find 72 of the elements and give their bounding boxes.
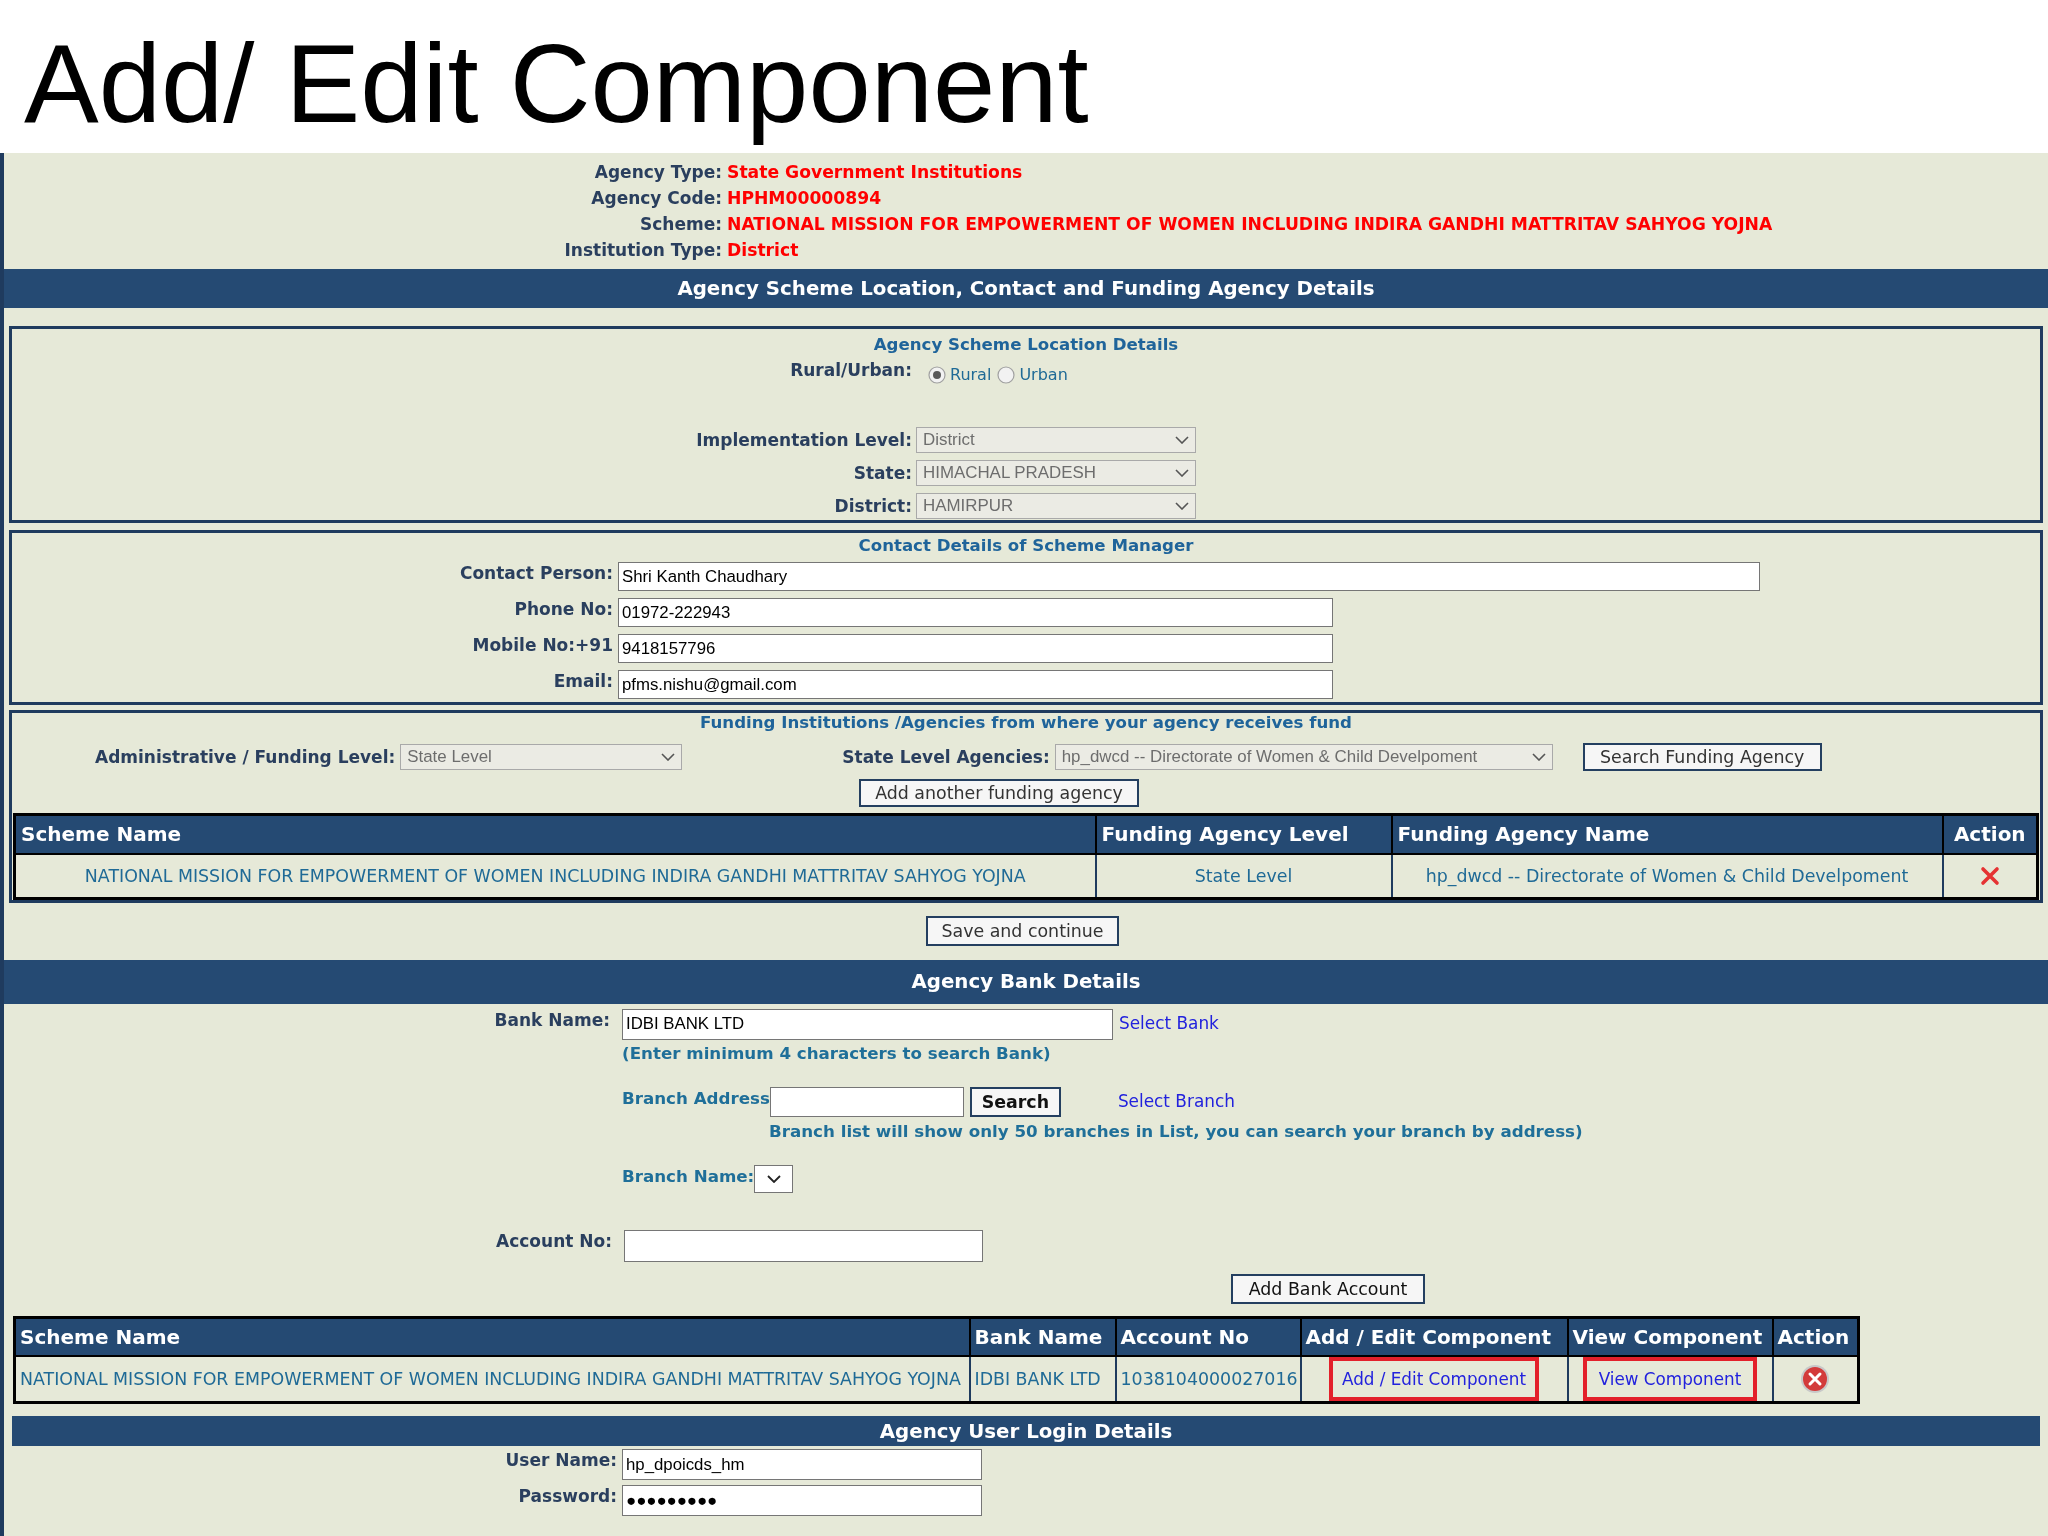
field-label: Scheme: — [639, 214, 722, 234]
chevron-down-icon — [766, 1174, 781, 1183]
field-label: Account No: — [495, 1229, 612, 1252]
field-value: State Government Institutions — [727, 162, 1023, 182]
text-field[interactable]: pfms.nishu@gmail.com — [618, 670, 1333, 699]
text-field[interactable]: Shri Kanth Chaudhary — [618, 562, 1760, 591]
column-header: Scheme Name — [14, 1317, 970, 1356]
text-field[interactable]: IDBI BANK LTD — [622, 1008, 1113, 1040]
text-field[interactable]: 01972-222943 — [618, 598, 1333, 627]
section-header: Agency User Login Details — [12, 1416, 2040, 1446]
chevron-down-icon — [1531, 753, 1546, 761]
field-label: Agency Type: — [593, 162, 722, 182]
select-branch-link[interactable]: Select Branch — [1117, 1090, 1235, 1111]
search-button[interactable]: Search Funding Agency — [1582, 743, 1822, 771]
panel-title: Agency Scheme Location Details — [872, 334, 1180, 356]
panel-title: Funding Institutions /Agencies from where your agency receives fund — [699, 713, 1353, 733]
chevron-down-icon — [1175, 436, 1189, 444]
column-header: Add / Edit Component — [1300, 1317, 1568, 1356]
field-label: Rural/Urban: — [789, 359, 912, 381]
chevron-down-icon — [1175, 502, 1189, 510]
radio-label[interactable]: Rural — [950, 365, 992, 384]
select-bank-link[interactable]: Select Bank — [1119, 1012, 1219, 1033]
column-header: View Component — [1567, 1317, 1773, 1356]
section-header: Agency Scheme Location, Contact and Funding Agency Details — [4, 269, 2048, 308]
field-label: Bank Name: — [493, 1008, 610, 1031]
add-agency-button[interactable]: Add another funding agency — [859, 779, 1139, 807]
panel-title: Contact Details of Scheme Manager — [857, 535, 1195, 557]
add-account-button[interactable]: Add Bank Account — [1231, 1273, 1425, 1304]
field-label: District: — [833, 495, 912, 517]
field-label: Phone No: — [513, 598, 613, 620]
field-value: HPHM00000894 — [727, 188, 882, 208]
field-label: Password: — [517, 1485, 617, 1507]
field-label: Mobile No:+91 — [471, 634, 613, 656]
radio-label[interactable]: Urban — [1019, 365, 1068, 384]
hint-text: (Enter minimum 4 characters to search Bank) — [621, 1041, 1052, 1064]
field-label: User Name: — [504, 1449, 617, 1471]
field-label: Contact Person: — [458, 562, 613, 584]
column-header: Bank Name — [969, 1317, 1116, 1356]
text-field[interactable] — [624, 1229, 983, 1262]
field-label: Agency Code: — [590, 188, 722, 208]
field-label: Branch Address — [622, 1086, 770, 1109]
text-field[interactable]: ●●●●●●●●● — [622, 1485, 982, 1516]
text-field[interactable]: hp_dpoicds_hm — [622, 1449, 982, 1480]
field-label: State Level Agencies: — [842, 747, 1050, 767]
column-header: Scheme Name — [14, 814, 1096, 854]
column-header: Action — [1772, 1317, 1859, 1356]
field-label: Administrative / Funding Level: — [95, 747, 396, 767]
column-header: Action — [1942, 814, 2038, 854]
section-header: Agency Bank Details — [4, 959, 2048, 1004]
column-header: Funding Agency Name — [1391, 814, 1943, 854]
radio-button[interactable] — [928, 365, 946, 384]
slide-title: Add/ Edit Component — [24, 20, 1089, 148]
save-button[interactable]: Save and continue — [926, 915, 1119, 946]
field-label: State: — [852, 462, 912, 484]
cross-circle-icon[interactable] — [1800, 1364, 1831, 1394]
hint-text: Branch list will show only 50 branches in List, you can search your branch by address) — [768, 1119, 1584, 1142]
field-label: Email: — [552, 670, 613, 692]
field-label: Institution Type: — [563, 240, 722, 260]
chevron-down-icon — [1175, 469, 1189, 477]
field-label: Branch Name: — [622, 1164, 755, 1187]
radio-button[interactable] — [997, 365, 1016, 384]
column-header: Funding Agency Level — [1095, 814, 1392, 854]
field-label: Implementation Level: — [695, 429, 912, 451]
text-field[interactable]: 9418157796 — [618, 634, 1333, 663]
field-value: District — [727, 240, 799, 260]
search-button[interactable]: Search — [969, 1086, 1061, 1117]
column-header: Account No — [1115, 1317, 1301, 1356]
text-field[interactable] — [769, 1086, 964, 1117]
chevron-down-icon — [661, 753, 676, 761]
field-value: NATIONAL MISSION FOR EMPOWERMENT OF WOMEN INCLUDING INDIRA GANDHI MATTRITAV SAHYOG YOJNA — [727, 214, 1773, 234]
cross-icon[interactable] — [1979, 866, 2000, 886]
dropdown[interactable] — [754, 1164, 794, 1193]
